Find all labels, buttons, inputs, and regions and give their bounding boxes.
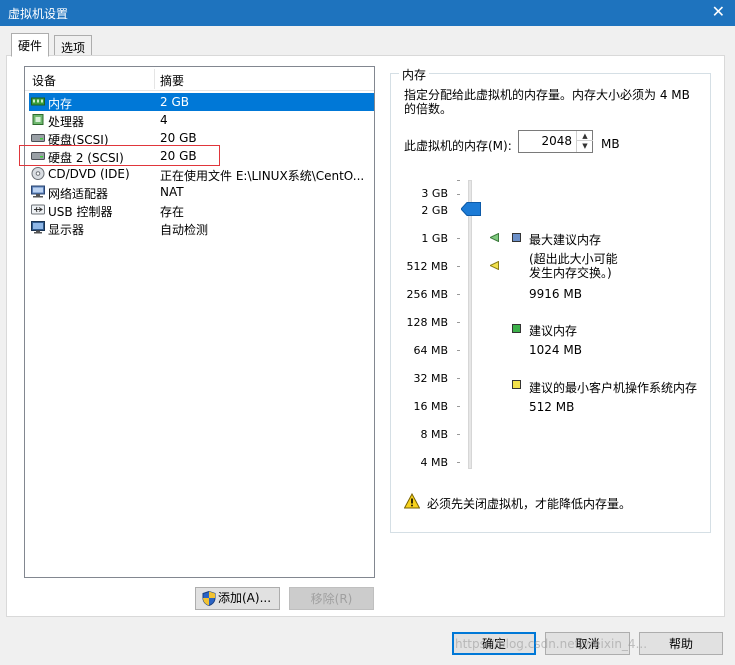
min-recommended-value: 512 MB (529, 400, 575, 414)
warning-text: 必须先关闭虚拟机，才能降低内存量。 (427, 497, 632, 511)
column-header-device[interactable]: 设备 (32, 72, 56, 89)
scale-label: 2 GB (421, 204, 448, 217)
scale-tick (457, 322, 460, 323)
recommended-marker-icon (512, 324, 521, 333)
scale-label: 512 MB (406, 260, 448, 273)
max-recommended-value: 9916 MB (529, 287, 582, 301)
hard-disk-icon (31, 134, 45, 142)
warning-icon (404, 493, 420, 509)
device-row-processor[interactable]: 处理器 4 (29, 111, 374, 129)
memory-size-label: 此虚拟机的内存(M): (404, 139, 512, 153)
scale-label: 3 GB (421, 187, 448, 200)
window-title: 虚拟机设置 (8, 7, 69, 21)
scale-label: 4 MB (420, 456, 448, 469)
device-row-network-adapter[interactable]: 网络适配器 NAT (29, 183, 374, 201)
scale-tick (457, 350, 460, 351)
device-row-usb-controller[interactable]: USB 控制器 存在 (29, 201, 374, 219)
processor-icon (32, 114, 44, 125)
shield-icon (202, 591, 216, 606)
memory-unit: MB (601, 137, 620, 151)
max-recommended-pointer-icon (490, 233, 499, 242)
max-recommended-marker-icon (512, 233, 521, 242)
memory-description: 指定分配给此虚拟机的内存量。内存大小必须为 4 MB 的倍数。 (404, 88, 690, 116)
add-device-button[interactable]: 添加(A)... (195, 587, 280, 610)
tab-options[interactable]: 选项 (54, 35, 93, 57)
device-name: 处理器 (48, 115, 85, 129)
device-summary: 正在使用文件 E:\LINUX系统\CentO... (160, 169, 365, 183)
device-summary: NAT (160, 185, 184, 199)
max-recommended-label: 最大建议内存 (529, 233, 602, 247)
scale-label: 16 MB (413, 400, 448, 413)
title-bar: 虚拟机设置 ✕ (0, 0, 735, 26)
device-row-memory[interactable]: 内存 2 GB (29, 93, 374, 111)
memory-group-title: 内存 (399, 66, 430, 83)
scale-tick (457, 378, 460, 379)
close-icon[interactable]: ✕ (712, 3, 725, 21)
network-adapter-icon (31, 185, 45, 198)
device-name: 硬盘 2 (SCSI) (48, 151, 124, 165)
memory-size-value[interactable]: 2048 (541, 134, 572, 148)
device-name: 网络适配器 (48, 187, 109, 201)
recommended-value: 1024 MB (529, 343, 582, 357)
scale-tick (457, 194, 460, 195)
device-row-display[interactable]: 显示器 自动检测 (29, 219, 374, 237)
column-header-summary[interactable]: 摘要 (160, 72, 184, 89)
add-button-label: 添加(A)... (218, 591, 272, 605)
device-summary: 4 (160, 113, 168, 127)
ok-button[interactable]: 确定 (452, 632, 536, 655)
decrement-icon[interactable]: ▼ (577, 141, 593, 151)
help-button[interactable]: 帮助 (639, 632, 723, 655)
device-summary: 20 GB (160, 149, 197, 163)
min-recommended-label: 建议的最小客户机操作系统内存 (529, 381, 698, 395)
device-summary: 20 GB (160, 131, 197, 145)
usb-icon (31, 204, 45, 215)
device-name: 硬盘(SCSI) (48, 133, 109, 147)
scale-tick (457, 406, 460, 407)
min-recommended-marker-icon (512, 380, 521, 389)
device-row-cd-dvd[interactable]: CD/DVD (IDE) 正在使用文件 E:\LINUX系统\CentO... (29, 165, 374, 183)
hard-disk-icon (31, 152, 45, 160)
device-name: USB 控制器 (48, 205, 113, 219)
device-name: CD/DVD (IDE) (48, 167, 130, 181)
device-row-hard-disk[interactable]: 硬盘(SCSI) 20 GB (29, 129, 374, 147)
scale-label: 1 GB (421, 232, 448, 245)
remove-device-button[interactable]: 移除(R) (289, 587, 374, 610)
device-summary: 存在 (160, 205, 185, 219)
scale-tick (457, 238, 460, 239)
scale-label: 128 MB (406, 316, 448, 329)
device-summary: 自动检测 (160, 223, 209, 237)
max-recommended-note: (超出此大小可能 发生内存交换。) (529, 252, 618, 280)
device-list-header: 设备 摘要 (25, 67, 374, 91)
tab-hardware[interactable]: 硬件 (11, 33, 50, 57)
cd-dvd-icon (31, 167, 45, 180)
display-icon (31, 221, 45, 234)
device-name: 显示器 (48, 223, 85, 237)
scale-tick (457, 294, 460, 295)
scale-tick (457, 180, 460, 181)
scale-tick (457, 266, 460, 267)
device-summary: 2 GB (160, 95, 189, 109)
scale-label: 8 MB (420, 428, 448, 441)
memory-icon (31, 97, 45, 106)
min-recommended-pointer-icon (490, 261, 499, 270)
increment-icon[interactable]: ▲ (577, 131, 593, 141)
column-separator[interactable] (154, 69, 155, 89)
device-name: 内存 (48, 97, 73, 111)
cancel-button[interactable]: 取消 (545, 632, 630, 655)
memory-size-stepper[interactable]: 2048 ▲ ▼ (518, 130, 593, 153)
device-list[interactable]: 设备 摘要 内存 2 GB 处理器 4 硬盘(SCSI) 20 GB 硬盘 2 (24, 66, 375, 578)
scale-label: 32 MB (413, 372, 448, 385)
memory-slider-track[interactable] (468, 180, 472, 469)
scale-label: 256 MB (406, 288, 448, 301)
recommended-label: 建议内存 (529, 324, 578, 338)
stepper-arrows: ▲ ▼ (576, 131, 593, 152)
device-row-hard-disk-2[interactable]: 硬盘 2 (SCSI) 20 GB (29, 147, 374, 165)
memory-slider-thumb[interactable] (461, 202, 481, 216)
scale-label: 64 MB (413, 344, 448, 357)
scale-tick (457, 434, 460, 435)
scale-tick (457, 462, 460, 463)
